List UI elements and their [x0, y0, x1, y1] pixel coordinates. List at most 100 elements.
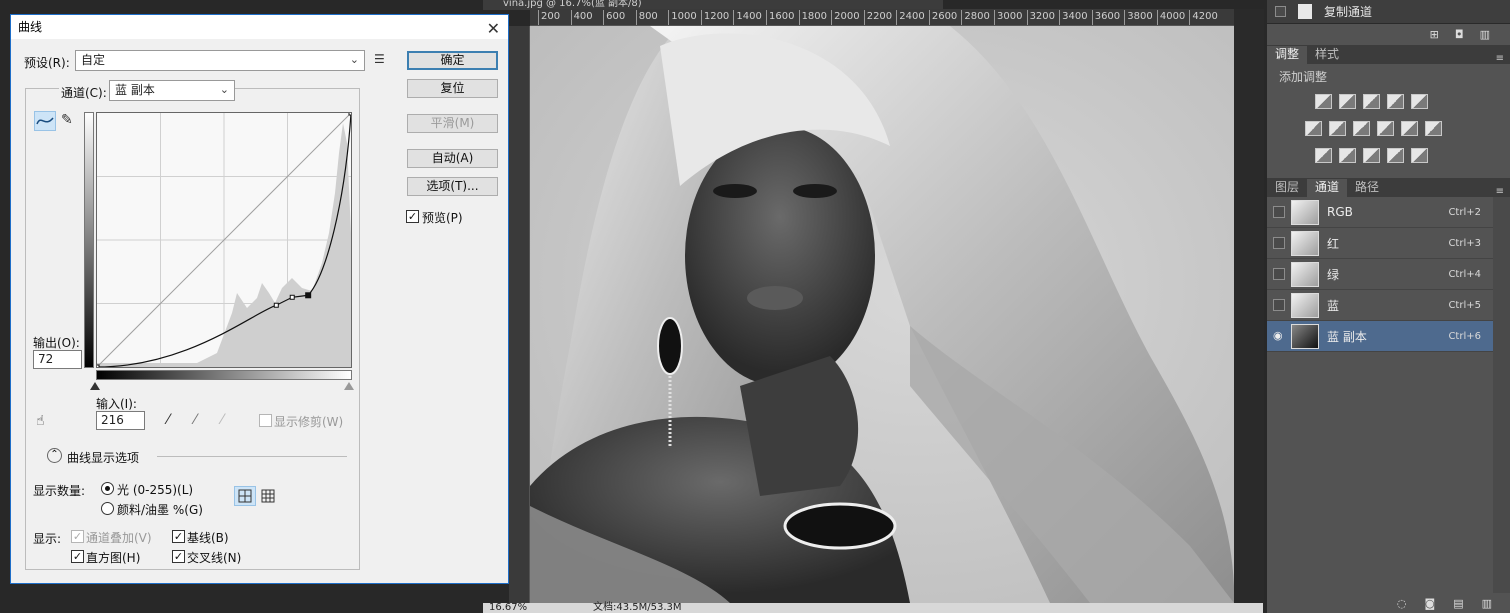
show-clipping-checkbox[interactable] [259, 414, 272, 427]
trash-icon[interactable]: ▥ [1480, 28, 1490, 41]
options-button[interactable]: 选项(T)... [407, 177, 498, 196]
black-white-icon[interactable] [1353, 121, 1370, 136]
new-document-icon[interactable]: ⊞ [1430, 28, 1439, 41]
white-eyedropper-icon[interactable]: ⁄ [221, 412, 223, 428]
new-channel-icon[interactable]: ▤ [1453, 597, 1463, 610]
preview-checkbox[interactable]: ✓ [406, 210, 419, 223]
channel-shortcut: Ctrl+4 [1448, 268, 1481, 280]
channel-row[interactable]: RGB Ctrl+2 [1267, 197, 1493, 228]
black-eyedropper-icon[interactable]: ⁄ [167, 412, 169, 428]
ok-button[interactable]: 确定 [407, 51, 498, 70]
histogram-checkbox[interactable]: ✓ [71, 550, 84, 563]
save-selection-icon[interactable]: ◙ [1425, 597, 1436, 610]
brightness-icon[interactable] [1315, 94, 1332, 109]
ruler-tick: 2600 [928, 10, 957, 25]
copy-channel-checkbox[interactable] [1275, 6, 1286, 17]
channel-select[interactable]: 蓝 副本 ⌄ [109, 80, 235, 101]
channel-mixer-icon[interactable] [1401, 121, 1418, 136]
curve-plot [94, 110, 354, 370]
smooth-button[interactable]: 平滑(M) [407, 114, 498, 133]
preset-select[interactable]: 自定 ⌄ [75, 50, 365, 71]
channel-thumbnail [1291, 230, 1319, 256]
adjustment-icons-row3 [1315, 148, 1428, 163]
grid-4x4-icon [238, 489, 252, 503]
close-icon[interactable]: ✕ [487, 17, 500, 41]
channel-thumbnail [1291, 199, 1319, 225]
zoom-level[interactable]: 16.67% [489, 603, 527, 613]
vibrance-icon[interactable] [1411, 94, 1428, 109]
channel-row[interactable]: 红 Ctrl+3 [1267, 228, 1493, 259]
load-selection-icon[interactable]: ◌ [1397, 597, 1407, 610]
visibility-toggle[interactable] [1273, 299, 1285, 311]
ruler-tick: 1600 [766, 10, 794, 25]
intersection-checkbox[interactable]: ✓ [172, 550, 185, 563]
pencil-icon[interactable]: ✎ [61, 112, 73, 128]
channel-row[interactable]: 蓝 Ctrl+5 [1267, 290, 1493, 321]
curves-icon[interactable] [1363, 94, 1380, 109]
channel-label: 通道(C): [59, 84, 109, 101]
channel-row-selected[interactable]: ◉ 蓝 副本 Ctrl+6 [1267, 321, 1493, 352]
invert-icon[interactable] [1315, 148, 1332, 163]
tab-paths[interactable]: 路径 [1347, 179, 1387, 197]
eye-icon[interactable]: ◉ [1273, 330, 1285, 342]
curve-graph[interactable] [94, 110, 354, 370]
color-lookup-icon[interactable] [1425, 121, 1442, 136]
input-label: 输入(I): [96, 397, 137, 411]
black-point-slider[interactable] [90, 382, 100, 390]
gray-eyedropper-icon[interactable]: ⁄ [194, 412, 196, 428]
curve-control-point[interactable] [305, 292, 312, 299]
dialog-titlebar[interactable]: 曲线 ✕ [11, 15, 508, 39]
tab-channels[interactable]: 通道 [1307, 179, 1348, 197]
auto-button[interactable]: 自动(A) [407, 149, 498, 168]
curve-control-point[interactable] [348, 110, 354, 116]
pigment-radio[interactable] [101, 502, 114, 515]
ruler-tick: 800 [635, 10, 658, 25]
grid-detailed-toggle[interactable] [260, 488, 276, 507]
image-canvas[interactable] [530, 26, 1234, 603]
channel-overlay-checkbox[interactable]: ✓ [71, 530, 84, 543]
channel-name: 蓝 副本 [1327, 329, 1367, 344]
visibility-toggle[interactable] [1273, 237, 1285, 249]
tab-adjustments[interactable]: 调整 [1267, 46, 1308, 64]
ruler-tick: 1200 [700, 10, 729, 25]
baseline-checkbox[interactable]: ✓ [172, 530, 185, 543]
targeted-adjust-hand-icon[interactable]: ☝ [36, 413, 45, 429]
white-point-slider[interactable] [344, 382, 354, 390]
grid-simple-toggle[interactable] [234, 486, 256, 506]
levels-icon[interactable] [1339, 94, 1356, 109]
reset-button[interactable]: 复位 [407, 79, 498, 98]
tab-styles[interactable]: 样式 [1307, 46, 1347, 64]
color-balance-icon[interactable] [1329, 121, 1346, 136]
visibility-toggle[interactable] [1273, 268, 1285, 280]
copy-channel-row[interactable]: 复制通道 [1267, 0, 1510, 24]
curve-point-tool[interactable] [34, 111, 56, 131]
panel-scrollbar[interactable] [1493, 197, 1510, 593]
baseline-label: 基线(B) [187, 531, 229, 545]
ruler-tick: 3800 [1124, 10, 1153, 25]
trash-icon[interactable]: ▥ [1482, 597, 1492, 610]
photo-filter-icon[interactable] [1377, 121, 1394, 136]
collapse-icon[interactable]: ⌃ [47, 448, 62, 463]
posterize-icon[interactable] [1339, 148, 1356, 163]
preset-options-icon[interactable]: ☰ [374, 52, 385, 66]
light-radio[interactable] [101, 482, 114, 495]
ruler-tick: 4200 [1189, 10, 1218, 25]
tab-layers[interactable]: 图层 [1267, 179, 1307, 197]
curve-control-point[interactable] [94, 364, 100, 370]
gradient-map-icon[interactable] [1411, 148, 1428, 163]
panel-menu-icon[interactable]: ≡ [1496, 53, 1504, 64]
hue-saturation-icon[interactable] [1305, 121, 1322, 136]
exposure-icon[interactable] [1387, 94, 1404, 109]
panel-menu-icon[interactable]: ≡ [1496, 186, 1504, 197]
threshold-icon[interactable] [1363, 148, 1380, 163]
input-field[interactable]: 216 [96, 411, 145, 430]
output-field[interactable]: 72 [33, 350, 82, 369]
channel-row[interactable]: 绿 Ctrl+4 [1267, 259, 1493, 290]
selective-color-icon[interactable] [1387, 148, 1404, 163]
visibility-toggle[interactable] [1273, 206, 1285, 218]
histogram-label: 直方图(H) [86, 551, 141, 565]
camera-icon[interactable]: ◘ [1455, 28, 1464, 41]
ruler-tick: 2000 [831, 10, 860, 25]
curve-control-point[interactable] [289, 294, 295, 300]
curve-control-point[interactable] [273, 302, 279, 308]
